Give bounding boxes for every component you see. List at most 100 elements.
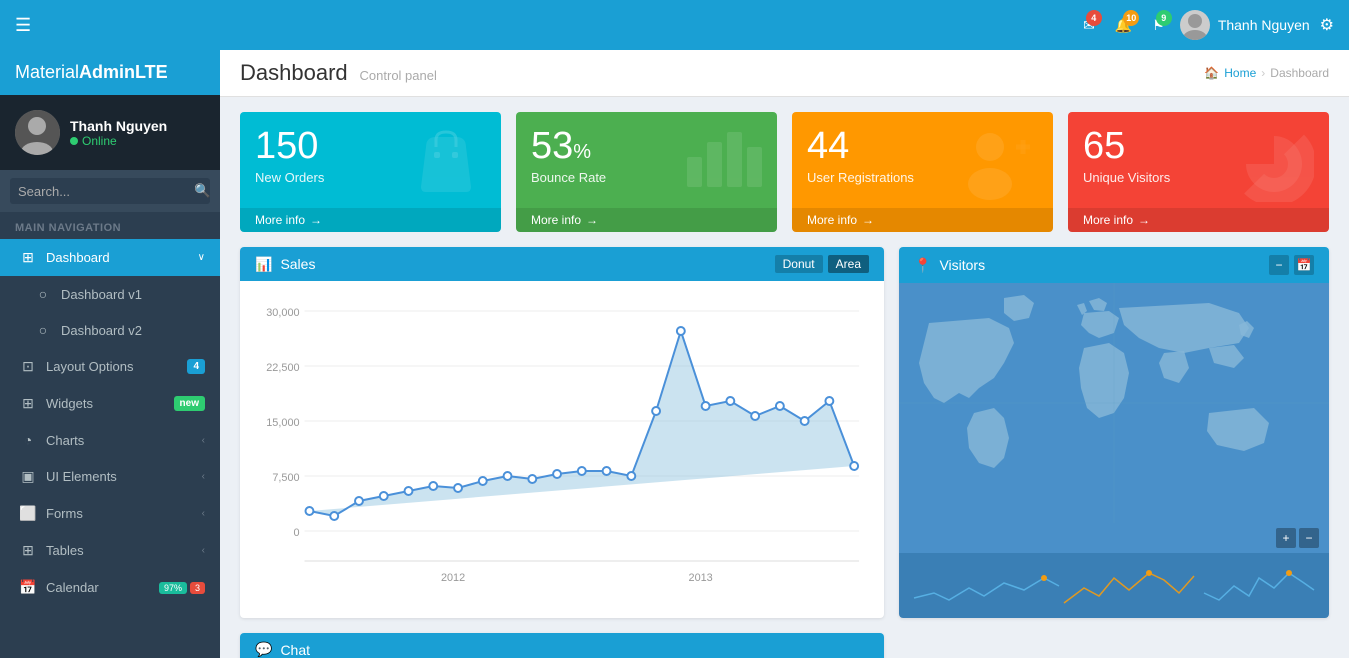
bell-badge: 10 [1123,10,1139,26]
hamburger-menu[interactable]: ☰ [15,15,31,36]
circle-icon: ○ [33,286,53,302]
stat-card-body-vis: 65 Unique Visitors [1083,127,1314,185]
sidebar-user-info: Thanh Nguyen Online [70,118,167,148]
visitors-map [899,283,1329,523]
svg-text:0: 0 [294,527,300,539]
search-button[interactable]: 🔍 [194,183,211,199]
user-menu[interactable]: Thanh Nguyen [1180,10,1310,40]
map-controls: + − [899,523,1329,553]
calendar-button[interactable]: 📅 [1294,255,1314,275]
user-avatar [1180,10,1210,40]
chevron-right-icon-4: ‹ [202,545,205,556]
sidebar-item-dashboard-v1[interactable]: ○ Dashboard v1 [0,276,220,312]
world-map-svg [899,283,1329,523]
charts-icon: ◔ [18,432,38,448]
stat-number-vis: 65 [1083,127,1170,165]
layout-badge: 4 [187,359,205,374]
sales-card-header: 📊 Sales Donut Area [240,247,884,281]
chat-card: 💬 Chat [240,633,884,658]
content-area: Dashboard Control panel 🏠 Home › Dashboa… [220,50,1349,658]
svg-text:7,500: 7,500 [272,472,299,484]
visitors-card-header: 📍 Visitors − 📅 [899,247,1329,283]
zoom-out-button[interactable]: − [1299,528,1319,548]
search-wrapper: 🔍 [10,178,210,204]
page-title: Dashboard [240,60,348,85]
sidebar-item-calendar[interactable]: 📅 Calendar 97% 3 [0,569,220,606]
arrow-right-icon: → [310,213,322,227]
area-button[interactable]: Area [828,255,869,273]
status-dot [70,137,78,145]
sidebar-item-ui-elements[interactable]: ▣ UI Elements ‹ [0,458,220,495]
breadcrumb: 🏠 Home › Dashboard [1204,66,1329,80]
stat-card-body-reg: 44 User Registrations [807,127,1038,185]
stat-info-vis: 65 Unique Visitors [1083,127,1170,185]
flag-icon-wrapper[interactable]: ⚑ 9 [1147,12,1170,39]
svg-text:2013: 2013 [689,572,713,584]
bar-chart-icon [682,122,762,206]
sidebar-item-forms[interactable]: ⬜ Forms ‹ [0,495,220,532]
stat-label-orders: New Orders [255,170,324,185]
stat-card-body-orders: 150 New Orders [255,127,486,185]
stat-info-bounce: 53% Bounce Rate [531,127,606,185]
chart-icon: 📊 [255,256,272,273]
sidebar: MaterialAdminLTE Thanh Nguyen Online 🔍 [0,50,220,658]
tables-icon: ⊞ [18,542,38,559]
mini-charts-svg [909,558,1319,613]
user-icon [958,122,1038,216]
main-layout: MaterialAdminLTE Thanh Nguyen Online 🔍 [0,50,1349,658]
search-input[interactable] [18,184,194,199]
forms-icon: ⬜ [18,505,38,522]
arrow-right-icon-3: → [862,213,874,227]
nav-section-label: MAIN NAVIGATION [0,212,220,239]
stat-footer-bounce[interactable]: More info → [516,208,777,232]
gear-icon[interactable]: ⚙ [1320,15,1334,35]
charts-row: 📊 Sales Donut Area [240,247,1329,618]
top-nav-right: ✉ 4 🔔 10 ⚑ 9 Thanh Nguyen ⚙ [1078,10,1334,40]
ui-icon: ▣ [18,468,38,485]
chevron-right-icon: ‹ [202,435,205,446]
flag-badge: 9 [1156,10,1172,26]
sidebar-item-layout-options[interactable]: ⊡ Layout Options 4 [0,348,220,385]
chevron-right-icon-3: ‹ [202,508,205,519]
sidebar-user-status: Online [70,134,167,148]
sales-card: 📊 Sales Donut Area [240,247,884,618]
home-icon: 🏠 [1204,66,1219,80]
arrow-right-icon-2: → [586,213,598,227]
zoom-in-button[interactable]: + [1276,528,1296,548]
stat-info-reg: 44 User Registrations [807,127,914,185]
stat-number-reg: 44 [807,127,914,165]
sales-title: 📊 Sales [255,256,315,273]
sidebar-item-charts[interactable]: ◔ Charts ‹ [0,422,220,458]
stat-info-orders: 150 New Orders [255,127,324,185]
content-header: Dashboard Control panel 🏠 Home › Dashboa… [220,50,1349,97]
widgets-badge: new [174,396,205,411]
arrow-right-icon-4: → [1138,213,1150,227]
donut-button[interactable]: Donut [775,255,823,273]
page-subtitle: Control panel [360,68,437,83]
top-nav-left: ☰ [15,15,31,36]
pie-chart-icon [1234,122,1314,216]
minus-button[interactable]: − [1269,255,1289,275]
visitor-mini-charts [899,553,1329,618]
dashboard-content: 150 New Orders [220,97,1349,658]
circle-icon-2: ○ [33,322,53,338]
sales-card-body: 30,000 22,500 15,000 7,500 0 2012 2013 [240,281,884,614]
sidebar-search-area: 🔍 [0,170,220,212]
calendar-icon: 📅 [18,579,38,596]
sidebar-item-dashboard[interactable]: ⊞ Dashboard ∨ [0,239,220,276]
breadcrumb-home[interactable]: Home [1224,66,1256,80]
dashboard-icon: ⊞ [18,249,38,266]
layout-icon: ⊡ [18,358,38,375]
sidebar-item-dashboard-v2[interactable]: ○ Dashboard v2 [0,312,220,348]
stat-label-vis: Unique Visitors [1083,170,1170,185]
chat-card-header: 💬 Chat [240,633,884,658]
bell-icon-wrapper[interactable]: 🔔 10 [1110,12,1137,39]
sidebar-item-tables[interactable]: ⊞ Tables ‹ [0,532,220,569]
sidebar-item-widgets[interactable]: ⊞ Widgets new [0,385,220,422]
calendar-badges: 97% 3 [159,582,205,594]
brand-name: MaterialAdminLTE [15,62,168,83]
top-navigation: ☰ ✉ 4 🔔 10 ⚑ 9 Thanh Nguyen ⚙ [0,0,1349,50]
stat-label-reg: User Registrations [807,170,914,185]
mail-icon-wrapper[interactable]: ✉ 4 [1078,12,1100,39]
widgets-icon: ⊞ [18,395,38,412]
